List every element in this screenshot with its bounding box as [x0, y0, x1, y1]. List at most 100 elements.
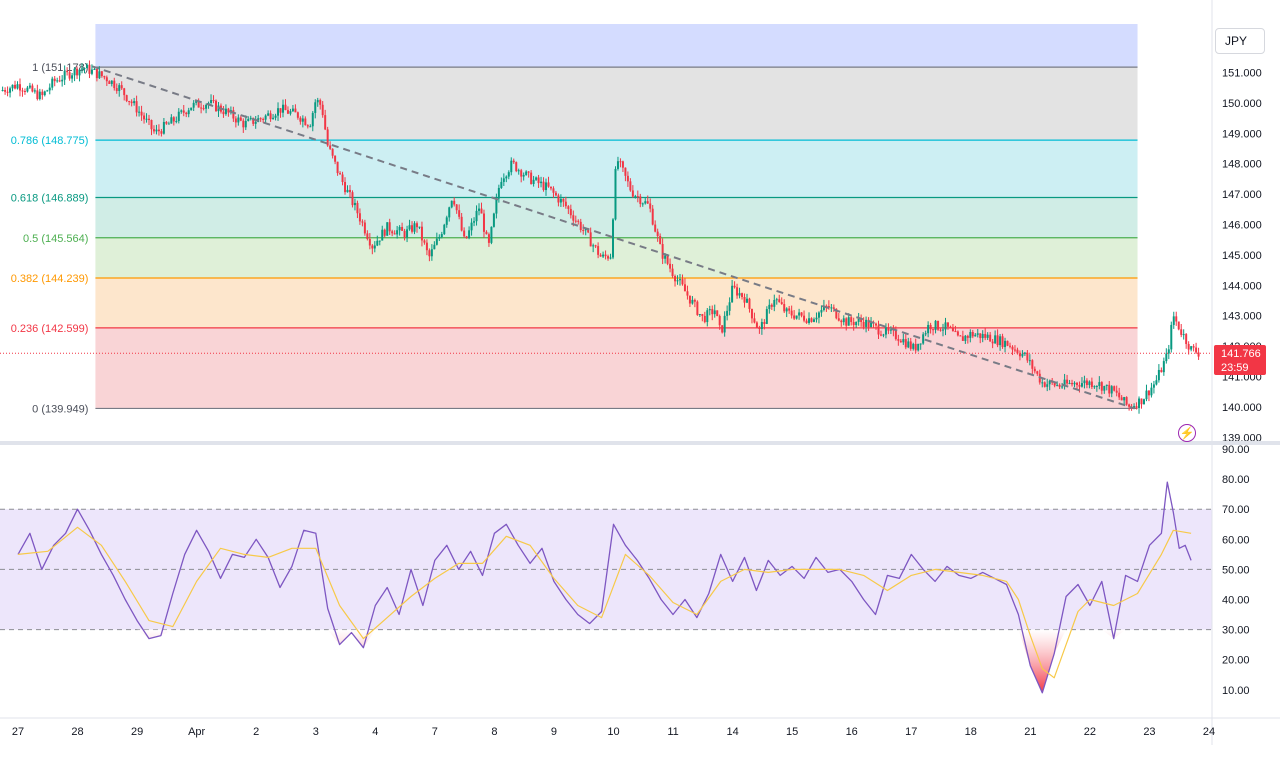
- candle-body[interactable]: [639, 196, 642, 204]
- candle-body[interactable]: [180, 110, 183, 112]
- candle-body[interactable]: [1175, 316, 1178, 322]
- candle-body[interactable]: [1031, 360, 1034, 369]
- candle-body[interactable]: [882, 334, 885, 336]
- candle-body[interactable]: [743, 297, 746, 303]
- candle-body[interactable]: [408, 225, 411, 230]
- candle-body[interactable]: [686, 291, 689, 296]
- candle-body[interactable]: [693, 299, 696, 302]
- candle-body[interactable]: [1123, 397, 1126, 401]
- candle-body[interactable]: [90, 69, 93, 74]
- candle-body[interactable]: [1182, 334, 1185, 336]
- candle-body[interactable]: [976, 333, 979, 335]
- candle-body[interactable]: [1033, 368, 1036, 372]
- candle-body[interactable]: [778, 299, 781, 303]
- candle-body[interactable]: [904, 339, 907, 348]
- candle-body[interactable]: [1100, 382, 1103, 391]
- currency-button[interactable]: JPY: [1215, 28, 1265, 54]
- candle-body[interactable]: [443, 224, 446, 235]
- candle-body[interactable]: [9, 88, 12, 93]
- candle-body[interactable]: [43, 91, 46, 96]
- candle-body[interactable]: [28, 85, 31, 88]
- candle-body[interactable]: [624, 167, 627, 176]
- candle-body[interactable]: [460, 216, 463, 231]
- candle-body[interactable]: [83, 68, 86, 70]
- candle-body[interactable]: [537, 177, 540, 184]
- candle-body[interactable]: [800, 312, 803, 316]
- candle-body[interactable]: [691, 299, 694, 304]
- candle-body[interactable]: [552, 188, 555, 193]
- candle-body[interactable]: [984, 333, 987, 338]
- candle-body[interactable]: [512, 160, 515, 163]
- candle-body[interactable]: [515, 162, 518, 172]
- candle-body[interactable]: [594, 245, 597, 247]
- candle-body[interactable]: [966, 335, 969, 338]
- candle-body[interactable]: [143, 115, 146, 120]
- candle-body[interactable]: [626, 175, 629, 182]
- candle-body[interactable]: [971, 332, 974, 337]
- candle-body[interactable]: [200, 107, 203, 109]
- candle-body[interactable]: [391, 231, 394, 234]
- candle-body[interactable]: [341, 174, 344, 182]
- candle-body[interactable]: [703, 315, 706, 323]
- candle-body[interactable]: [406, 229, 409, 238]
- candle-body[interactable]: [597, 246, 600, 255]
- candle-body[interactable]: [88, 64, 91, 74]
- candle-body[interactable]: [1075, 382, 1078, 386]
- candle-body[interactable]: [140, 111, 143, 116]
- candle-body[interactable]: [1023, 352, 1026, 354]
- candle-body[interactable]: [192, 102, 195, 108]
- candle-body[interactable]: [135, 101, 138, 113]
- candle-body[interactable]: [559, 198, 562, 203]
- candle-body[interactable]: [589, 232, 592, 247]
- candle-body[interactable]: [277, 108, 280, 116]
- candle-body[interactable]: [951, 328, 954, 332]
- candle-body[interactable]: [202, 108, 205, 110]
- candle-body[interactable]: [78, 69, 81, 76]
- candle-body[interactable]: [440, 234, 443, 237]
- candle-body[interactable]: [815, 317, 818, 320]
- candle-body[interactable]: [991, 341, 994, 344]
- candle-body[interactable]: [108, 81, 111, 84]
- candle-body[interactable]: [264, 115, 267, 120]
- candle-body[interactable]: [723, 315, 726, 333]
- candle-body[interactable]: [785, 308, 788, 312]
- candle-body[interactable]: [291, 108, 294, 112]
- candle-body[interactable]: [368, 238, 371, 246]
- candle-body[interactable]: [599, 254, 602, 257]
- candle-body[interactable]: [1125, 397, 1128, 405]
- candle-body[interactable]: [162, 122, 165, 134]
- candle-body[interactable]: [1110, 386, 1113, 394]
- candle-body[interactable]: [1147, 390, 1150, 396]
- candle-body[interactable]: [798, 312, 801, 316]
- candle-body[interactable]: [770, 304, 773, 307]
- candle-body[interactable]: [713, 310, 716, 315]
- candle-body[interactable]: [696, 301, 699, 315]
- candle-body[interactable]: [907, 341, 910, 348]
- candle-body[interactable]: [753, 318, 756, 323]
- candle-body[interactable]: [1190, 346, 1193, 350]
- candle-body[interactable]: [105, 77, 108, 82]
- candle-body[interactable]: [760, 322, 763, 329]
- candle-body[interactable]: [870, 322, 873, 327]
- candle-body[interactable]: [351, 192, 354, 206]
- candle-body[interactable]: [701, 314, 704, 316]
- candle-body[interactable]: [942, 329, 945, 331]
- candle-body[interactable]: [356, 202, 359, 214]
- candle-body[interactable]: [865, 319, 868, 327]
- candle-body[interactable]: [671, 268, 674, 277]
- candle-body[interactable]: [614, 168, 617, 220]
- candle-body[interactable]: [803, 315, 806, 321]
- candle-body[interactable]: [564, 201, 567, 207]
- candle-body[interactable]: [922, 334, 925, 344]
- candle-body[interactable]: [1177, 321, 1180, 330]
- candle-body[interactable]: [949, 326, 952, 329]
- candle-body[interactable]: [765, 309, 768, 324]
- candle-body[interactable]: [688, 295, 691, 304]
- candle-body[interactable]: [301, 118, 304, 122]
- candle-body[interactable]: [505, 176, 508, 179]
- candle-body[interactable]: [234, 118, 237, 123]
- candle-body[interactable]: [790, 310, 793, 316]
- candle-body[interactable]: [820, 310, 823, 313]
- candle-body[interactable]: [1192, 346, 1195, 348]
- candle-body[interactable]: [1061, 386, 1064, 388]
